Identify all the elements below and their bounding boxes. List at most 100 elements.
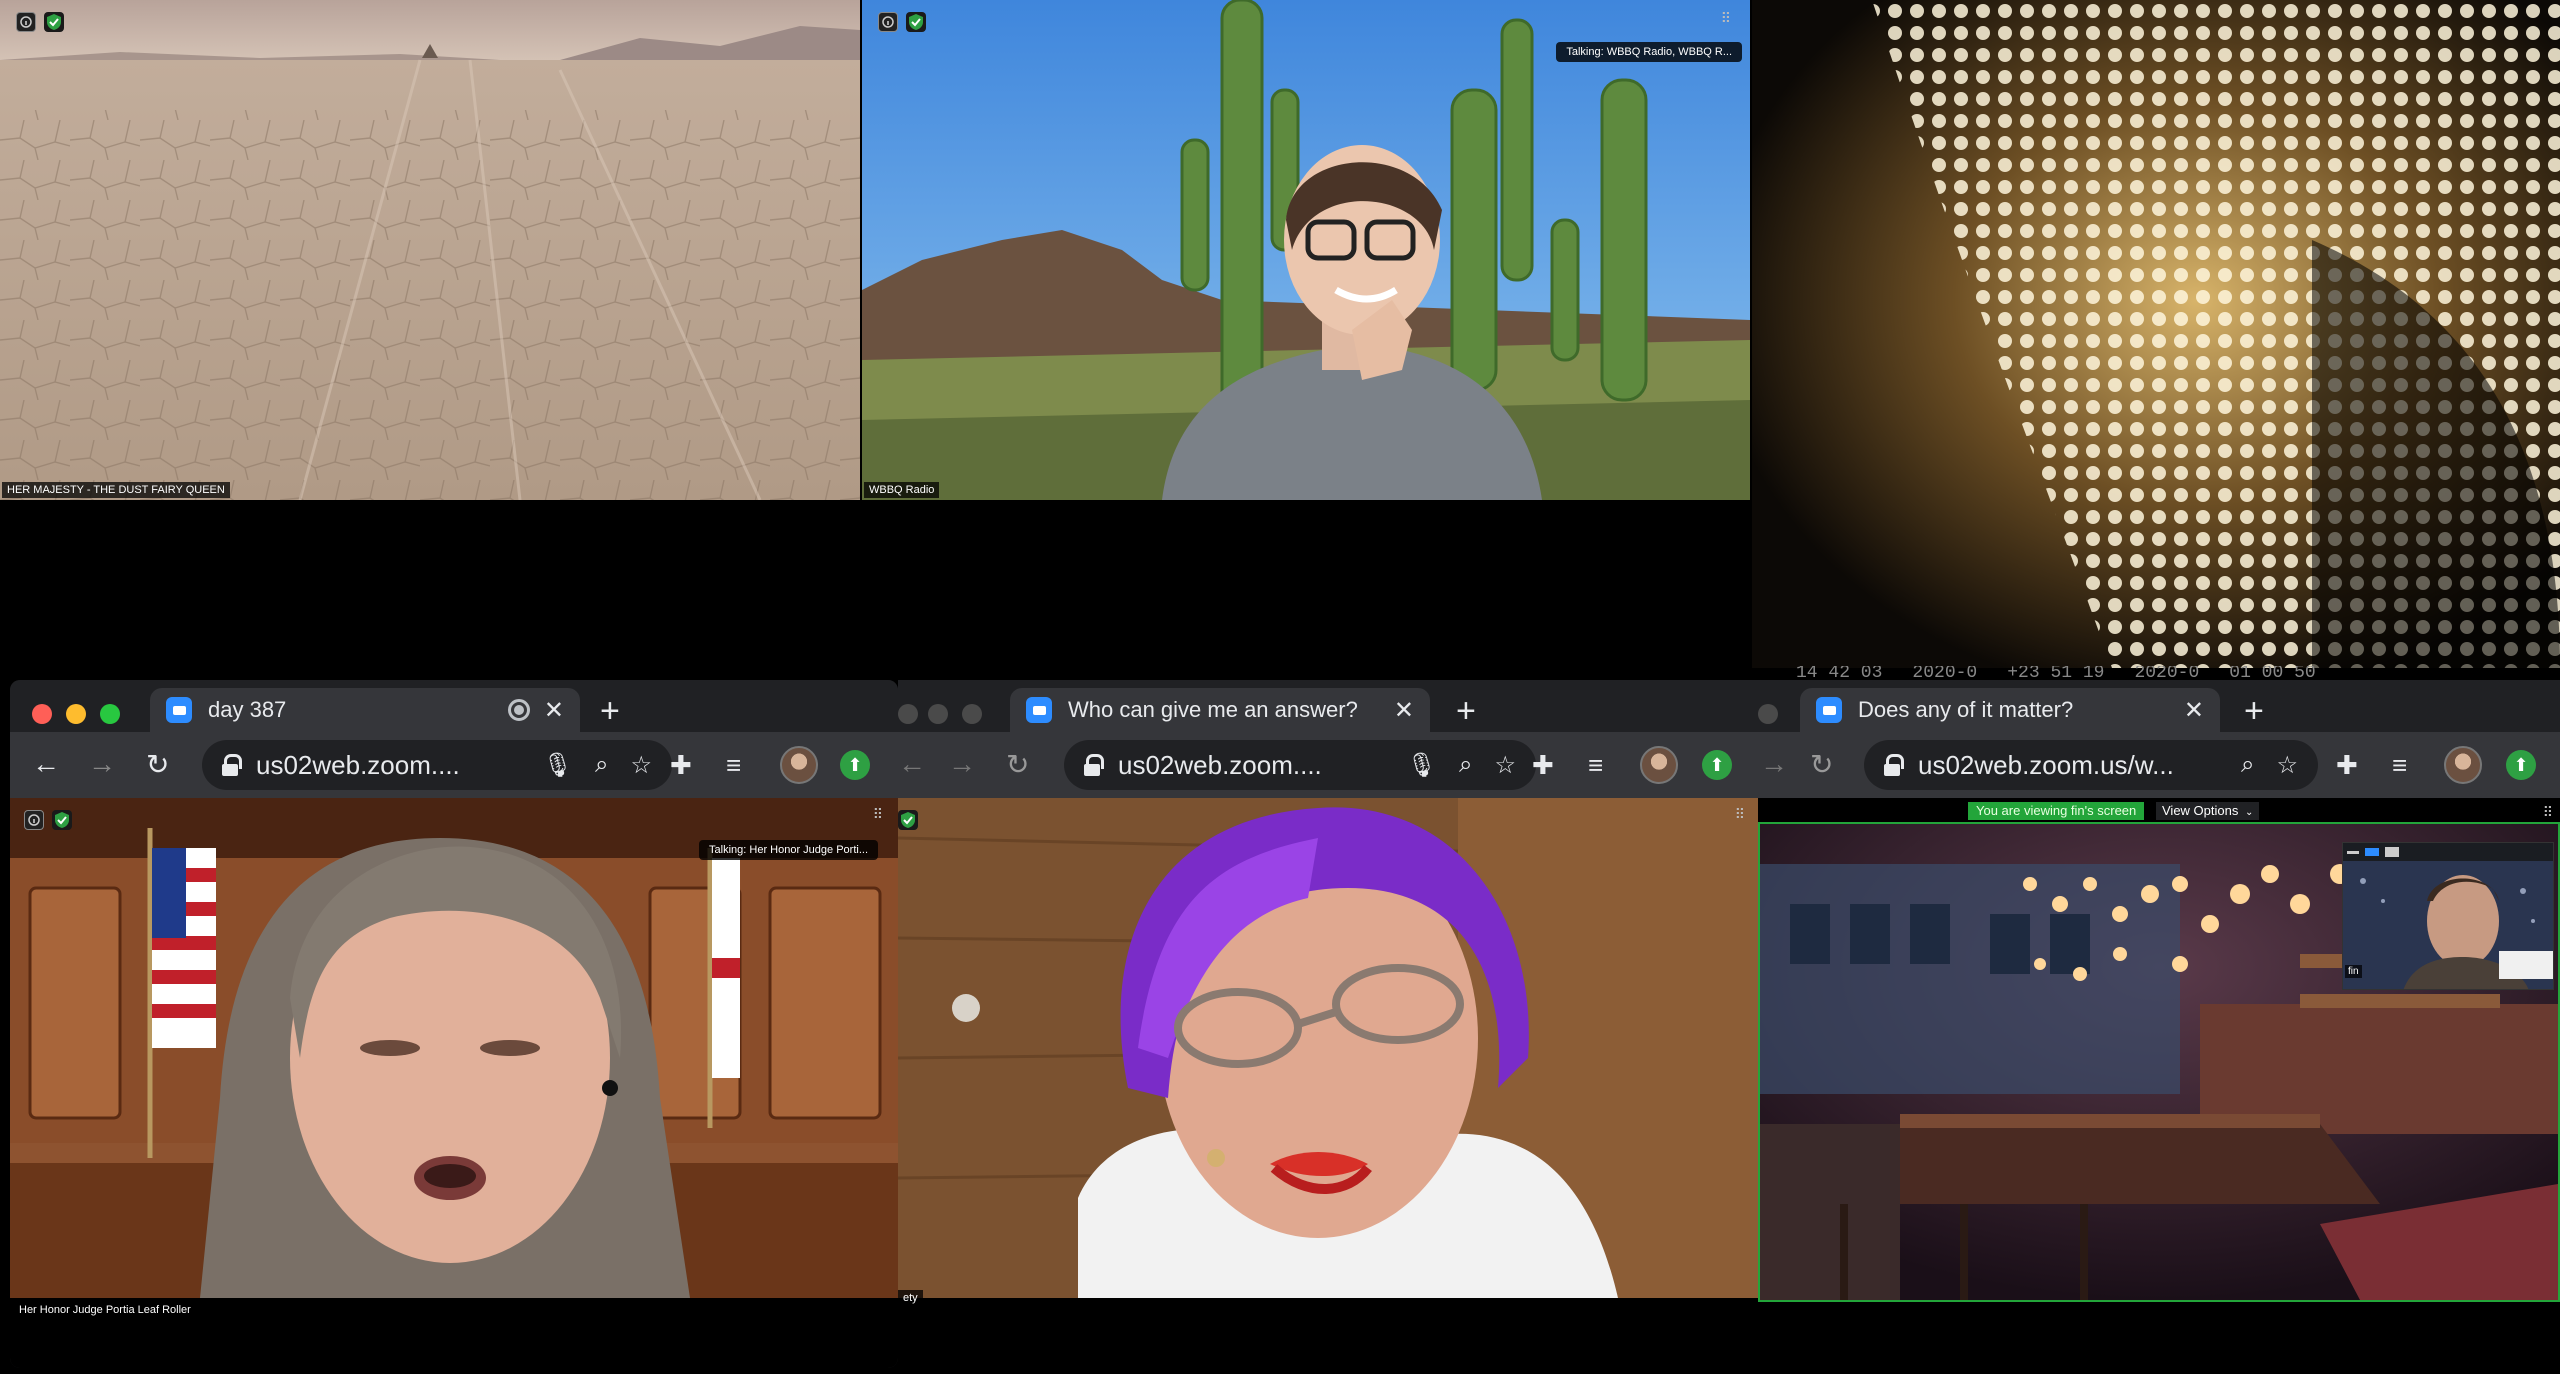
close-window-button[interactable] xyxy=(32,704,52,724)
info-icon[interactable] xyxy=(878,12,898,32)
forward-arrow-icon[interactable]: → xyxy=(948,748,976,780)
shield-icon[interactable] xyxy=(906,12,926,32)
drag-handle-icon[interactable]: ⠿ xyxy=(2543,804,2554,821)
address-bar[interactable]: us02web.zoom.... 🎙 ⌕ ☆ xyxy=(1064,740,1536,790)
forward-arrow-icon[interactable]: → xyxy=(88,748,116,780)
extensions-puzzle-icon[interactable]: ✚ xyxy=(2336,750,2358,781)
thumbnail-man-video xyxy=(2343,861,2553,989)
reload-icon[interactable]: ↻ xyxy=(1006,748,1029,781)
close-tab-icon[interactable]: ✕ xyxy=(1394,696,1414,725)
close-window-button[interactable] xyxy=(898,704,918,724)
drag-handle-icon[interactable]: ⠿ xyxy=(873,806,884,823)
timestamp: 2020-0 xyxy=(2134,666,2200,680)
purple-hair-video-frame xyxy=(898,798,1758,1298)
drag-handle-icon[interactable]: ⠿ xyxy=(1721,10,1732,27)
view-options-button[interactable]: View Options ⌄ xyxy=(2156,802,2260,820)
video-tile-abstract-mesh[interactable] xyxy=(1752,0,2560,668)
participant-name: WBBQ Radio xyxy=(864,482,940,498)
extension-green-icon[interactable]: ⬆ xyxy=(1702,750,1732,780)
zoom-icon xyxy=(1026,697,1052,723)
video-tile-wbbq-radio[interactable]: Talking: WBBQ Radio, WBBQ R... ⠿ WBBQ Ra… xyxy=(862,0,1750,500)
side-by-side-icon[interactable] xyxy=(2365,848,2379,856)
profile-avatar[interactable] xyxy=(2444,746,2482,784)
thumbnail-name: fin xyxy=(2345,965,2362,978)
tab-day-387[interactable]: day 387 ✕ xyxy=(150,688,580,732)
reload-icon[interactable]: ↻ xyxy=(146,748,169,781)
address-bar[interactable]: us02web.zoom.us/w... ⌕ ☆ xyxy=(1864,740,2318,790)
zoom-magnifier-icon[interactable]: ⌕ xyxy=(595,751,608,779)
tab-strip: day 387 ✕ + xyxy=(10,680,898,732)
lock-icon xyxy=(1884,754,1904,776)
minimize-window-button[interactable] xyxy=(928,704,948,724)
zoom-icon xyxy=(1816,697,1842,723)
participant-name: ety xyxy=(898,1290,923,1306)
participant-video-woman-glasses xyxy=(1162,145,1542,500)
browser-window-does-any-matter[interactable]: Does any of it matter? ✕ + → ↻ us02web.z… xyxy=(1758,680,2560,1350)
extension-green-icon[interactable]: ⬆ xyxy=(840,750,870,780)
bookmark-star-icon[interactable]: ☆ xyxy=(630,751,652,780)
close-window-button[interactable] xyxy=(1758,704,1778,724)
new-tab-icon[interactable]: + xyxy=(600,694,620,728)
golden-mesh-video-frame xyxy=(1752,0,2560,668)
microphone-icon[interactable]: 🎙 xyxy=(543,751,573,780)
minimize-window-button[interactable] xyxy=(66,704,86,724)
media-queue-icon[interactable]: ≡ xyxy=(2392,750,2407,781)
talking-indicator: Talking: WBBQ Radio, WBBQ R... xyxy=(1556,42,1742,62)
extensions-puzzle-icon[interactable]: ✚ xyxy=(1532,750,1554,781)
profile-avatar[interactable] xyxy=(1640,746,1678,784)
shared-video-thumbnail[interactable]: fin xyxy=(2342,842,2554,990)
security-badges xyxy=(898,810,918,830)
profile-avatar[interactable] xyxy=(780,746,818,784)
bookmark-star-icon[interactable]: ☆ xyxy=(1494,751,1516,780)
lock-icon xyxy=(1084,754,1104,776)
bookmark-star-icon[interactable]: ☆ xyxy=(2276,751,2298,780)
drag-handle-icon[interactable]: ⠿ xyxy=(1735,806,1746,823)
new-tab-icon[interactable]: + xyxy=(1456,694,1476,728)
zoom-magnifier-icon[interactable]: ⌕ xyxy=(1459,751,1472,779)
minimize-icon[interactable] xyxy=(2347,851,2359,854)
security-badges xyxy=(16,12,64,32)
zoom-video-content[interactable]: ⠿ Talking: Her Honor Judge Porti... Her … xyxy=(10,798,898,1368)
microphone-icon[interactable]: 🎙 xyxy=(1407,751,1437,780)
info-icon[interactable] xyxy=(24,810,44,830)
back-arrow-icon[interactable]: ← xyxy=(32,748,60,780)
tab-who-can-give[interactable]: Who can give me an answer? ✕ xyxy=(1010,688,1430,732)
timestamp: +23 51 19 xyxy=(2007,666,2105,680)
shield-icon[interactable] xyxy=(44,12,64,32)
forward-arrow-icon[interactable]: → xyxy=(1760,748,1788,780)
close-tab-icon[interactable]: ✕ xyxy=(544,696,564,725)
talking-indicator: Talking: Her Honor Judge Porti... xyxy=(699,840,878,860)
url-text: us02web.zoom.... xyxy=(256,749,460,780)
extensions-puzzle-icon[interactable]: ✚ xyxy=(670,750,692,781)
viewing-screen-banner: You are viewing fin's screen xyxy=(1968,802,2145,820)
back-arrow-icon[interactable]: ← xyxy=(898,748,926,780)
zoom-screen-share-content[interactable]: You are viewing fin's screen View Option… xyxy=(1758,798,2560,1350)
shield-icon[interactable] xyxy=(52,810,72,830)
zoom-magnifier-icon[interactable]: ⌕ xyxy=(2241,751,2254,779)
view-options-label: View Options xyxy=(2162,803,2239,818)
timestamp: 01 00 50 xyxy=(2229,666,2316,680)
video-tile-dust-fairy-queen[interactable]: HER MAJESTY - THE DUST FAIRY QUEEN xyxy=(0,0,860,500)
extension-green-icon[interactable]: ⬆ xyxy=(2506,750,2536,780)
timestamp: 2020-0 xyxy=(1912,666,1978,680)
browser-toolbar: ← → ↻ us02web.zoom.... 🎙 ⌕ ☆ ✚ ≡ ⬆ xyxy=(898,732,1758,798)
media-queue-icon[interactable]: ≡ xyxy=(726,750,741,781)
maximize-window-button[interactable] xyxy=(962,704,982,724)
reload-icon[interactable]: ↻ xyxy=(1810,748,1833,781)
media-queue-icon[interactable]: ≡ xyxy=(1588,750,1603,781)
fullscreen-icon[interactable] xyxy=(2385,847,2399,857)
maximize-window-button[interactable] xyxy=(100,704,120,724)
lock-icon xyxy=(222,754,242,776)
shield-icon[interactable] xyxy=(898,810,918,830)
url-text: us02web.zoom.us/w... xyxy=(1918,749,2174,780)
new-tab-icon[interactable]: + xyxy=(2244,694,2264,728)
close-tab-icon[interactable]: ✕ xyxy=(2184,696,2204,725)
browser-window-day-387[interactable]: day 387 ✕ + ← → ↻ us02web.zoom.... 🎙 ⌕ ☆… xyxy=(10,680,898,1368)
tab-strip: Does any of it matter? ✕ + xyxy=(1758,680,2560,732)
browser-window-who-can-give[interactable]: Who can give me an answer? ✕ + ← → ↻ us0… xyxy=(898,680,1758,1348)
address-bar[interactable]: us02web.zoom.... 🎙 ⌕ ☆ xyxy=(202,740,672,790)
tab-does-any-matter[interactable]: Does any of it matter? ✕ xyxy=(1800,688,2220,732)
zoom-video-content[interactable]: ⠿ ety xyxy=(898,798,1758,1348)
participant-name: HER MAJESTY - THE DUST FAIRY QUEEN xyxy=(2,482,230,498)
info-icon[interactable] xyxy=(16,12,36,32)
